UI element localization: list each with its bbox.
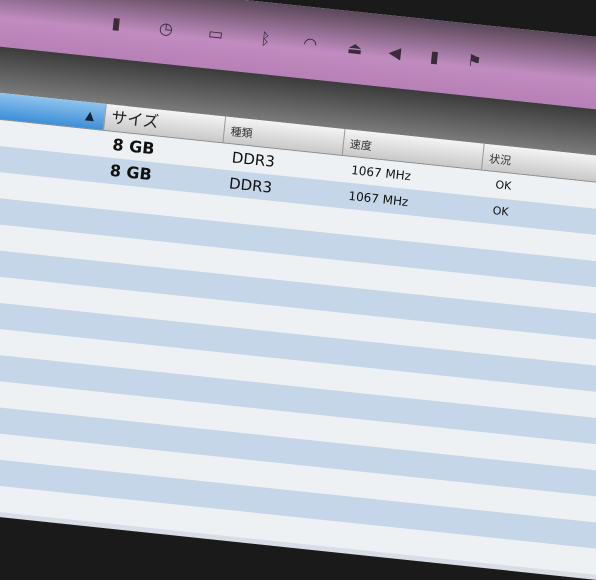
sort-ascending-icon: ▲ [84, 107, 96, 123]
flag-icon[interactable]: ⚑ [462, 51, 486, 71]
bluetooth-icon[interactable]: ᛒ [254, 29, 278, 49]
column-header-label: 状況 [488, 152, 512, 168]
status-cell: OK [494, 178, 512, 193]
display-icon[interactable]: ▭ [204, 23, 228, 44]
column-header-label: サイズ [110, 107, 160, 132]
column-header-label: 種類 [229, 125, 254, 141]
screen: ▮ ◷ ▭ ᛒ ◠ ⏏ ◀ ▮ ⚑ ▲ サイズ 種類 速度 状況 8 GB DD… [0, 0, 596, 580]
wifi-icon[interactable]: ◠ [298, 33, 322, 54]
status-cell: OK [492, 204, 510, 219]
volume-icon[interactable]: ◀ [383, 42, 407, 63]
column-header-label: 速度 [349, 137, 373, 153]
app-icon-2[interactable]: ▮ [423, 47, 447, 67]
app-icon[interactable]: ▮ [104, 13, 128, 34]
clock-icon[interactable]: ◷ [154, 18, 178, 39]
eject-icon[interactable]: ⏏ [343, 38, 367, 59]
